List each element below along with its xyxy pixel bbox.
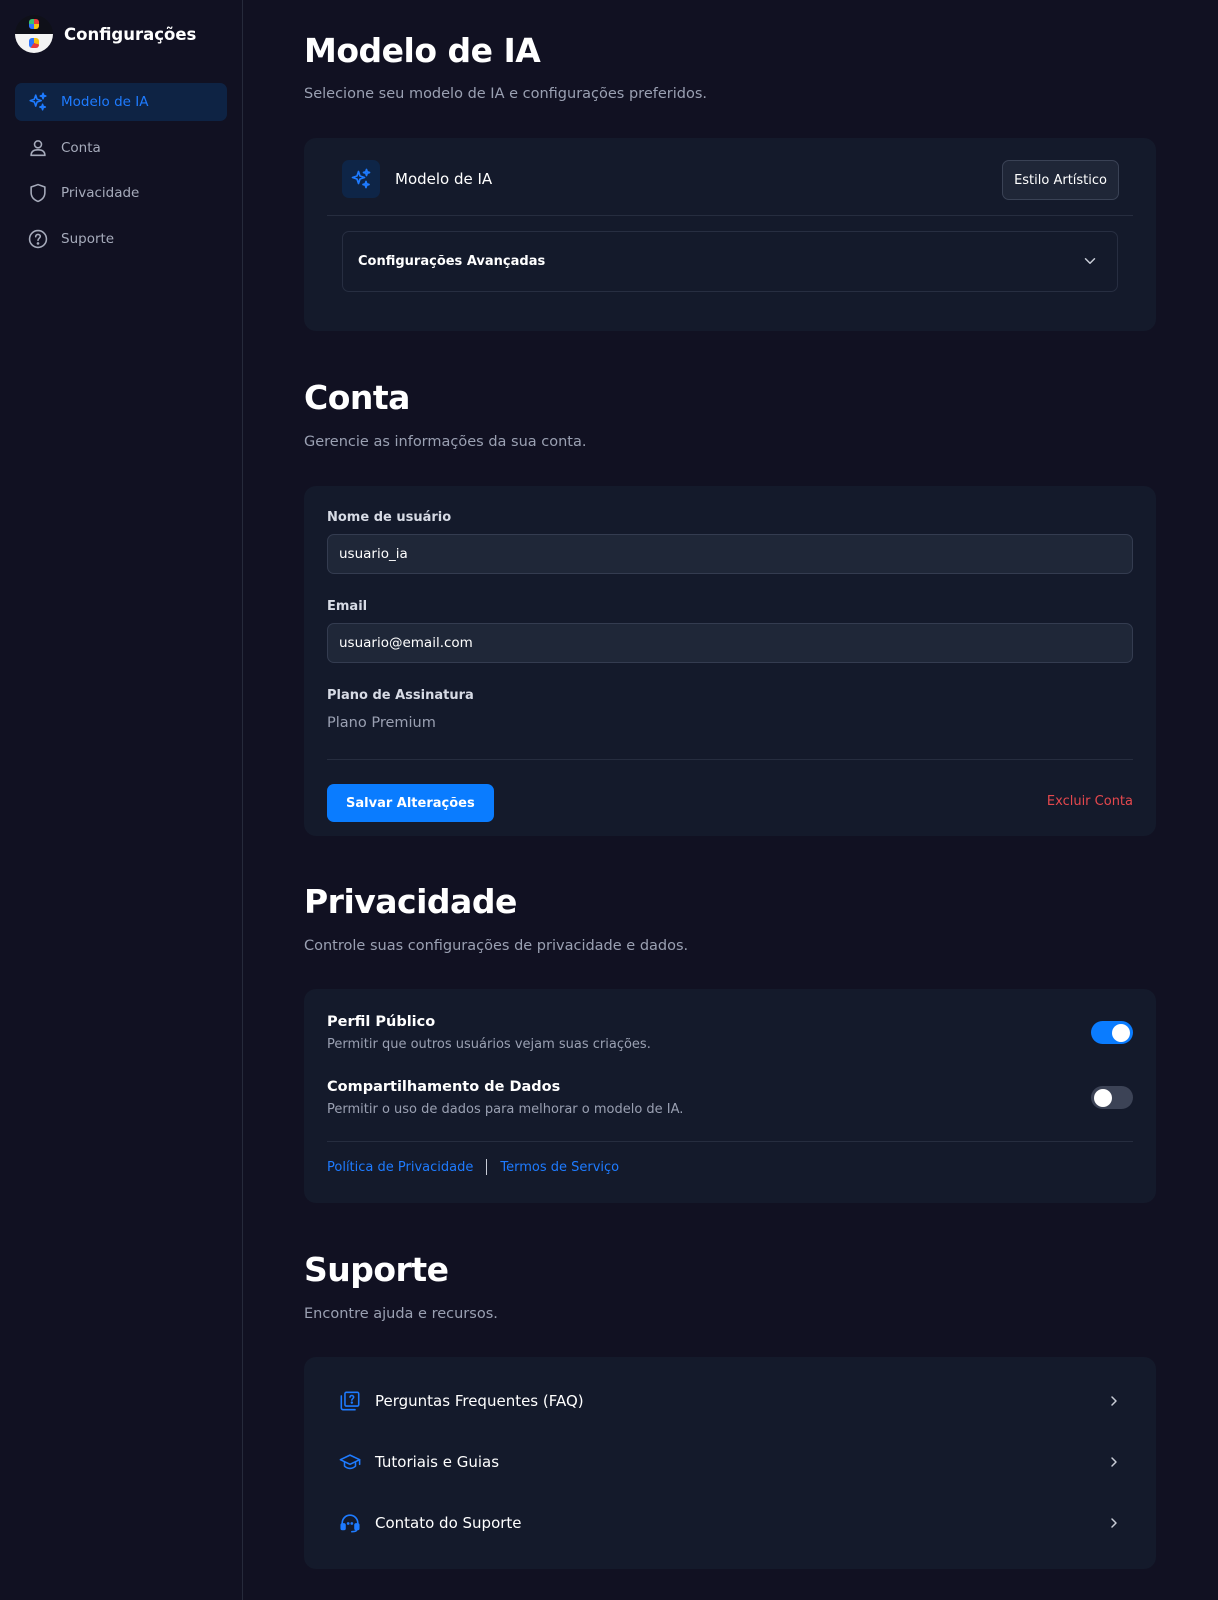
sidebar-item-privacidade[interactable]: Privacidade bbox=[15, 174, 227, 212]
privacy-policy-link[interactable]: Política de Privacidade bbox=[327, 1160, 473, 1175]
chevron-right-icon bbox=[1106, 1454, 1122, 1474]
graduation-cap-icon bbox=[338, 1450, 362, 1474]
public-profile-title: Perfil Público bbox=[327, 1014, 436, 1030]
support-item-label: Tutoriais e Guias bbox=[375, 1453, 500, 1471]
delete-account-link[interactable]: Excluir Conta bbox=[1047, 794, 1133, 809]
section-title-privacidade: Privacidade bbox=[304, 882, 517, 921]
support-item-tutorials[interactable]: Tutoriais e Guias bbox=[338, 1442, 1122, 1482]
divider bbox=[327, 1141, 1133, 1142]
help-circle-icon bbox=[27, 228, 49, 250]
section-title-suporte: Suporte bbox=[304, 1250, 449, 1289]
save-changes-button[interactable]: Salvar Alterações bbox=[327, 784, 494, 822]
chevron-right-icon bbox=[1106, 1393, 1122, 1413]
section-subtitle-modelo-ia: Selecione seu modelo de IA e configuraçõ… bbox=[304, 86, 707, 102]
brand: Configurações bbox=[15, 15, 196, 53]
link-separator bbox=[486, 1159, 488, 1175]
sidebar-item-label: Modelo de IA bbox=[61, 94, 149, 110]
headset-icon bbox=[338, 1511, 362, 1535]
advanced-settings-accordion[interactable]: Configurações Avançadas bbox=[342, 231, 1118, 292]
chevron-down-icon bbox=[1081, 252, 1099, 274]
sidebar-nav: Modelo de IA Conta Privacidade Suporte bbox=[15, 83, 227, 265]
chevron-right-icon bbox=[1106, 1515, 1122, 1535]
support-item-label: Perguntas Frequentes (FAQ) bbox=[375, 1392, 584, 1410]
support-card: Perguntas Frequentes (FAQ) Tutoriais e G… bbox=[304, 1357, 1156, 1569]
sidebar-item-suporte[interactable]: Suporte bbox=[15, 220, 227, 258]
user-icon bbox=[27, 137, 49, 159]
app-logo bbox=[15, 15, 53, 53]
sidebar-item-modelo-ia[interactable]: Modelo de IA bbox=[15, 83, 227, 121]
email-label: Email bbox=[327, 599, 368, 614]
public-profile-toggle[interactable] bbox=[1091, 1021, 1133, 1044]
email-input[interactable] bbox=[327, 623, 1133, 663]
sparkles-icon bbox=[342, 160, 380, 198]
username-label: Nome de usuário bbox=[327, 510, 452, 525]
public-profile-description: Permitir que outros usuários vejam suas … bbox=[327, 1037, 651, 1052]
sidebar-item-conta[interactable]: Conta bbox=[15, 129, 227, 167]
data-sharing-toggle[interactable] bbox=[1091, 1086, 1133, 1109]
model-card-title: Modelo de IA bbox=[395, 170, 493, 188]
username-input[interactable] bbox=[327, 534, 1133, 574]
divider bbox=[327, 759, 1133, 760]
sidebar-item-label: Privacidade bbox=[61, 185, 140, 201]
terms-of-service-link[interactable]: Termos de Serviço bbox=[500, 1160, 619, 1175]
privacy-card: Perfil Público Permitir que outros usuár… bbox=[304, 989, 1156, 1203]
style-button[interactable]: Estilo Artístico bbox=[1002, 160, 1119, 200]
support-item-contact[interactable]: Contato do Suporte bbox=[338, 1503, 1122, 1543]
plan-value: Plano Premium bbox=[327, 715, 436, 731]
support-item-label: Contato do Suporte bbox=[375, 1514, 522, 1532]
sparkles-icon bbox=[27, 91, 49, 113]
advanced-settings-label: Configurações Avançadas bbox=[358, 254, 546, 269]
sidebar-item-label: Suporte bbox=[61, 230, 115, 247]
plan-label: Plano de Assinatura bbox=[327, 688, 474, 703]
section-subtitle-privacidade: Controle suas configurações de privacida… bbox=[304, 938, 689, 954]
section-subtitle-suporte: Encontre ajuda e recursos. bbox=[304, 1306, 498, 1322]
data-sharing-title: Compartilhamento de Dados bbox=[327, 1079, 561, 1095]
account-card: Nome de usuário Email Plano de Assinatur… bbox=[304, 486, 1156, 836]
privacy-links: Política de Privacidade Termos de Serviç… bbox=[327, 1159, 619, 1175]
sidebar-item-label: Conta bbox=[61, 139, 101, 156]
support-item-faq[interactable]: Perguntas Frequentes (FAQ) bbox=[338, 1381, 1122, 1421]
section-subtitle-conta: Gerencie as informações da sua conta. bbox=[304, 434, 587, 450]
divider bbox=[327, 215, 1133, 216]
shield-icon bbox=[27, 182, 49, 204]
sidebar: Configurações Modelo de IA Conta Privaci… bbox=[0, 0, 243, 1600]
data-sharing-description: Permitir o uso de dados para melhorar o … bbox=[327, 1102, 684, 1117]
model-card-header: Modelo de IA bbox=[342, 160, 492, 198]
model-card: Modelo de IA Estilo Artístico Configuraç… bbox=[304, 138, 1156, 331]
section-title-modelo-ia: Modelo de IA bbox=[304, 31, 541, 70]
sidebar-title: Configurações bbox=[64, 24, 197, 44]
section-title-conta: Conta bbox=[304, 378, 410, 417]
faq-icon bbox=[338, 1389, 362, 1413]
